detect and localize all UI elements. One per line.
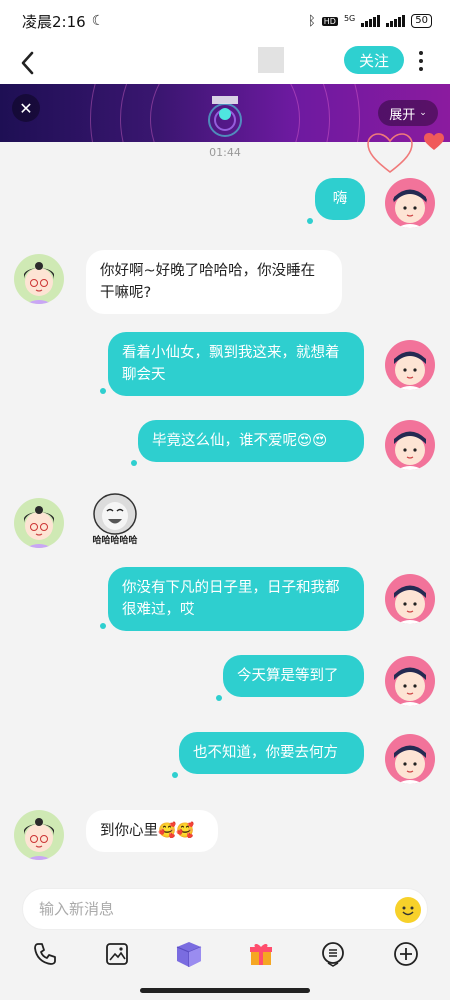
close-icon: ✕: [19, 98, 33, 118]
gift-box-icon: [176, 942, 202, 967]
image-icon: [106, 943, 128, 965]
avatar-me[interactable]: [385, 734, 435, 784]
battery-icon: 50: [411, 14, 432, 28]
status-bar: 凌晨2:16 ☾ ᛒ HD 5G 50: [0, 0, 450, 42]
message-bubble-sent[interactable]: 嗨: [315, 178, 365, 220]
banner-close-button[interactable]: ✕: [12, 94, 40, 122]
message-dot: [172, 772, 178, 778]
chat-toolbar: [0, 936, 450, 976]
avatar-me[interactable]: [385, 420, 435, 470]
chat-header: 关注: [0, 42, 450, 84]
message-dot: [307, 218, 313, 224]
avatar-contact[interactable]: [14, 810, 64, 860]
call-button[interactable]: [27, 936, 63, 972]
banner-expand-button[interactable]: 展开 ⌄: [378, 100, 438, 126]
more-actions-button[interactable]: [388, 936, 424, 972]
voice-orb-icon: [204, 96, 246, 138]
avatar-contact[interactable]: [14, 498, 64, 548]
avatar-me[interactable]: [385, 178, 435, 228]
chevron-down-icon: ⌄: [419, 108, 427, 118]
signal-icon-2: [386, 15, 406, 27]
avatar-me[interactable]: [385, 656, 435, 706]
signal-icon: [361, 15, 381, 27]
avatar-me[interactable]: [385, 574, 435, 624]
message-dot: [131, 460, 137, 466]
smiley-icon: [396, 898, 420, 922]
message-bubble-sent[interactable]: 看着小仙女，飘到我这来，就想着聊会天: [108, 332, 364, 396]
moon-icon: ☾: [91, 13, 105, 29]
chevron-left-icon: [21, 51, 34, 75]
message-bubble-received[interactable]: 你好啊~好晚了哈哈哈，你没睡在干嘛呢?: [86, 250, 342, 314]
image-button[interactable]: [99, 936, 135, 972]
message-bubble-sent[interactable]: 毕竟这么仙，谁不爱呢😍😍: [138, 420, 364, 462]
message-bubble-sent[interactable]: 你没有下凡的日子里，日子和我都很难过，哎: [108, 567, 364, 631]
banner-expand-label: 展开: [389, 107, 416, 123]
message-bubble-received[interactable]: 到你心里🥰🥰: [86, 810, 218, 852]
mystery-box-button[interactable]: [171, 936, 207, 972]
status-icons: ᛒ HD 5G 50: [308, 14, 432, 29]
more-options-button[interactable]: [416, 49, 426, 73]
plus-icon: [394, 942, 418, 966]
message-bubble-sent[interactable]: 也不知道，你要去何方: [179, 732, 364, 774]
avatar-contact[interactable]: [14, 254, 64, 304]
chat-timestamp: 01:44: [209, 146, 241, 159]
battery-level: 50: [415, 15, 428, 26]
network-label: 5G: [343, 13, 356, 23]
message-input[interactable]: [39, 900, 369, 918]
gift-button[interactable]: [243, 936, 279, 972]
voice-icon: [322, 942, 344, 967]
sticker-caption: 哈哈哈哈哈: [92, 536, 138, 546]
home-indicator[interactable]: [140, 988, 310, 993]
message-dot: [216, 695, 222, 701]
bluetooth-icon: ᛒ: [307, 13, 316, 29]
back-button[interactable]: [18, 50, 38, 76]
phone-icon: [34, 943, 56, 965]
avatar-me[interactable]: [385, 340, 435, 390]
sticker-message[interactable]: 哈哈哈哈哈: [86, 492, 144, 546]
hd-icon: HD: [321, 16, 338, 26]
laughing-face-sticker-icon: [93, 493, 137, 535]
emoji-button[interactable]: [395, 897, 421, 923]
gift-icon: [250, 943, 272, 965]
message-dot: [100, 388, 106, 394]
message-input-bar: [22, 888, 428, 930]
voice-button[interactable]: [315, 936, 351, 972]
follow-button[interactable]: 关注: [344, 46, 404, 74]
message-dot: [100, 623, 106, 629]
status-time: 凌晨2:16: [22, 12, 86, 31]
message-bubble-sent[interactable]: 今天算是等到了: [223, 655, 364, 697]
chat-screen: 凌晨2:16 ☾ ᛒ HD 5G 50 关注 ✕ 展开 ⌄ 01:44 嗨 你好…: [0, 0, 450, 1000]
contact-name-placeholder: [258, 47, 284, 73]
